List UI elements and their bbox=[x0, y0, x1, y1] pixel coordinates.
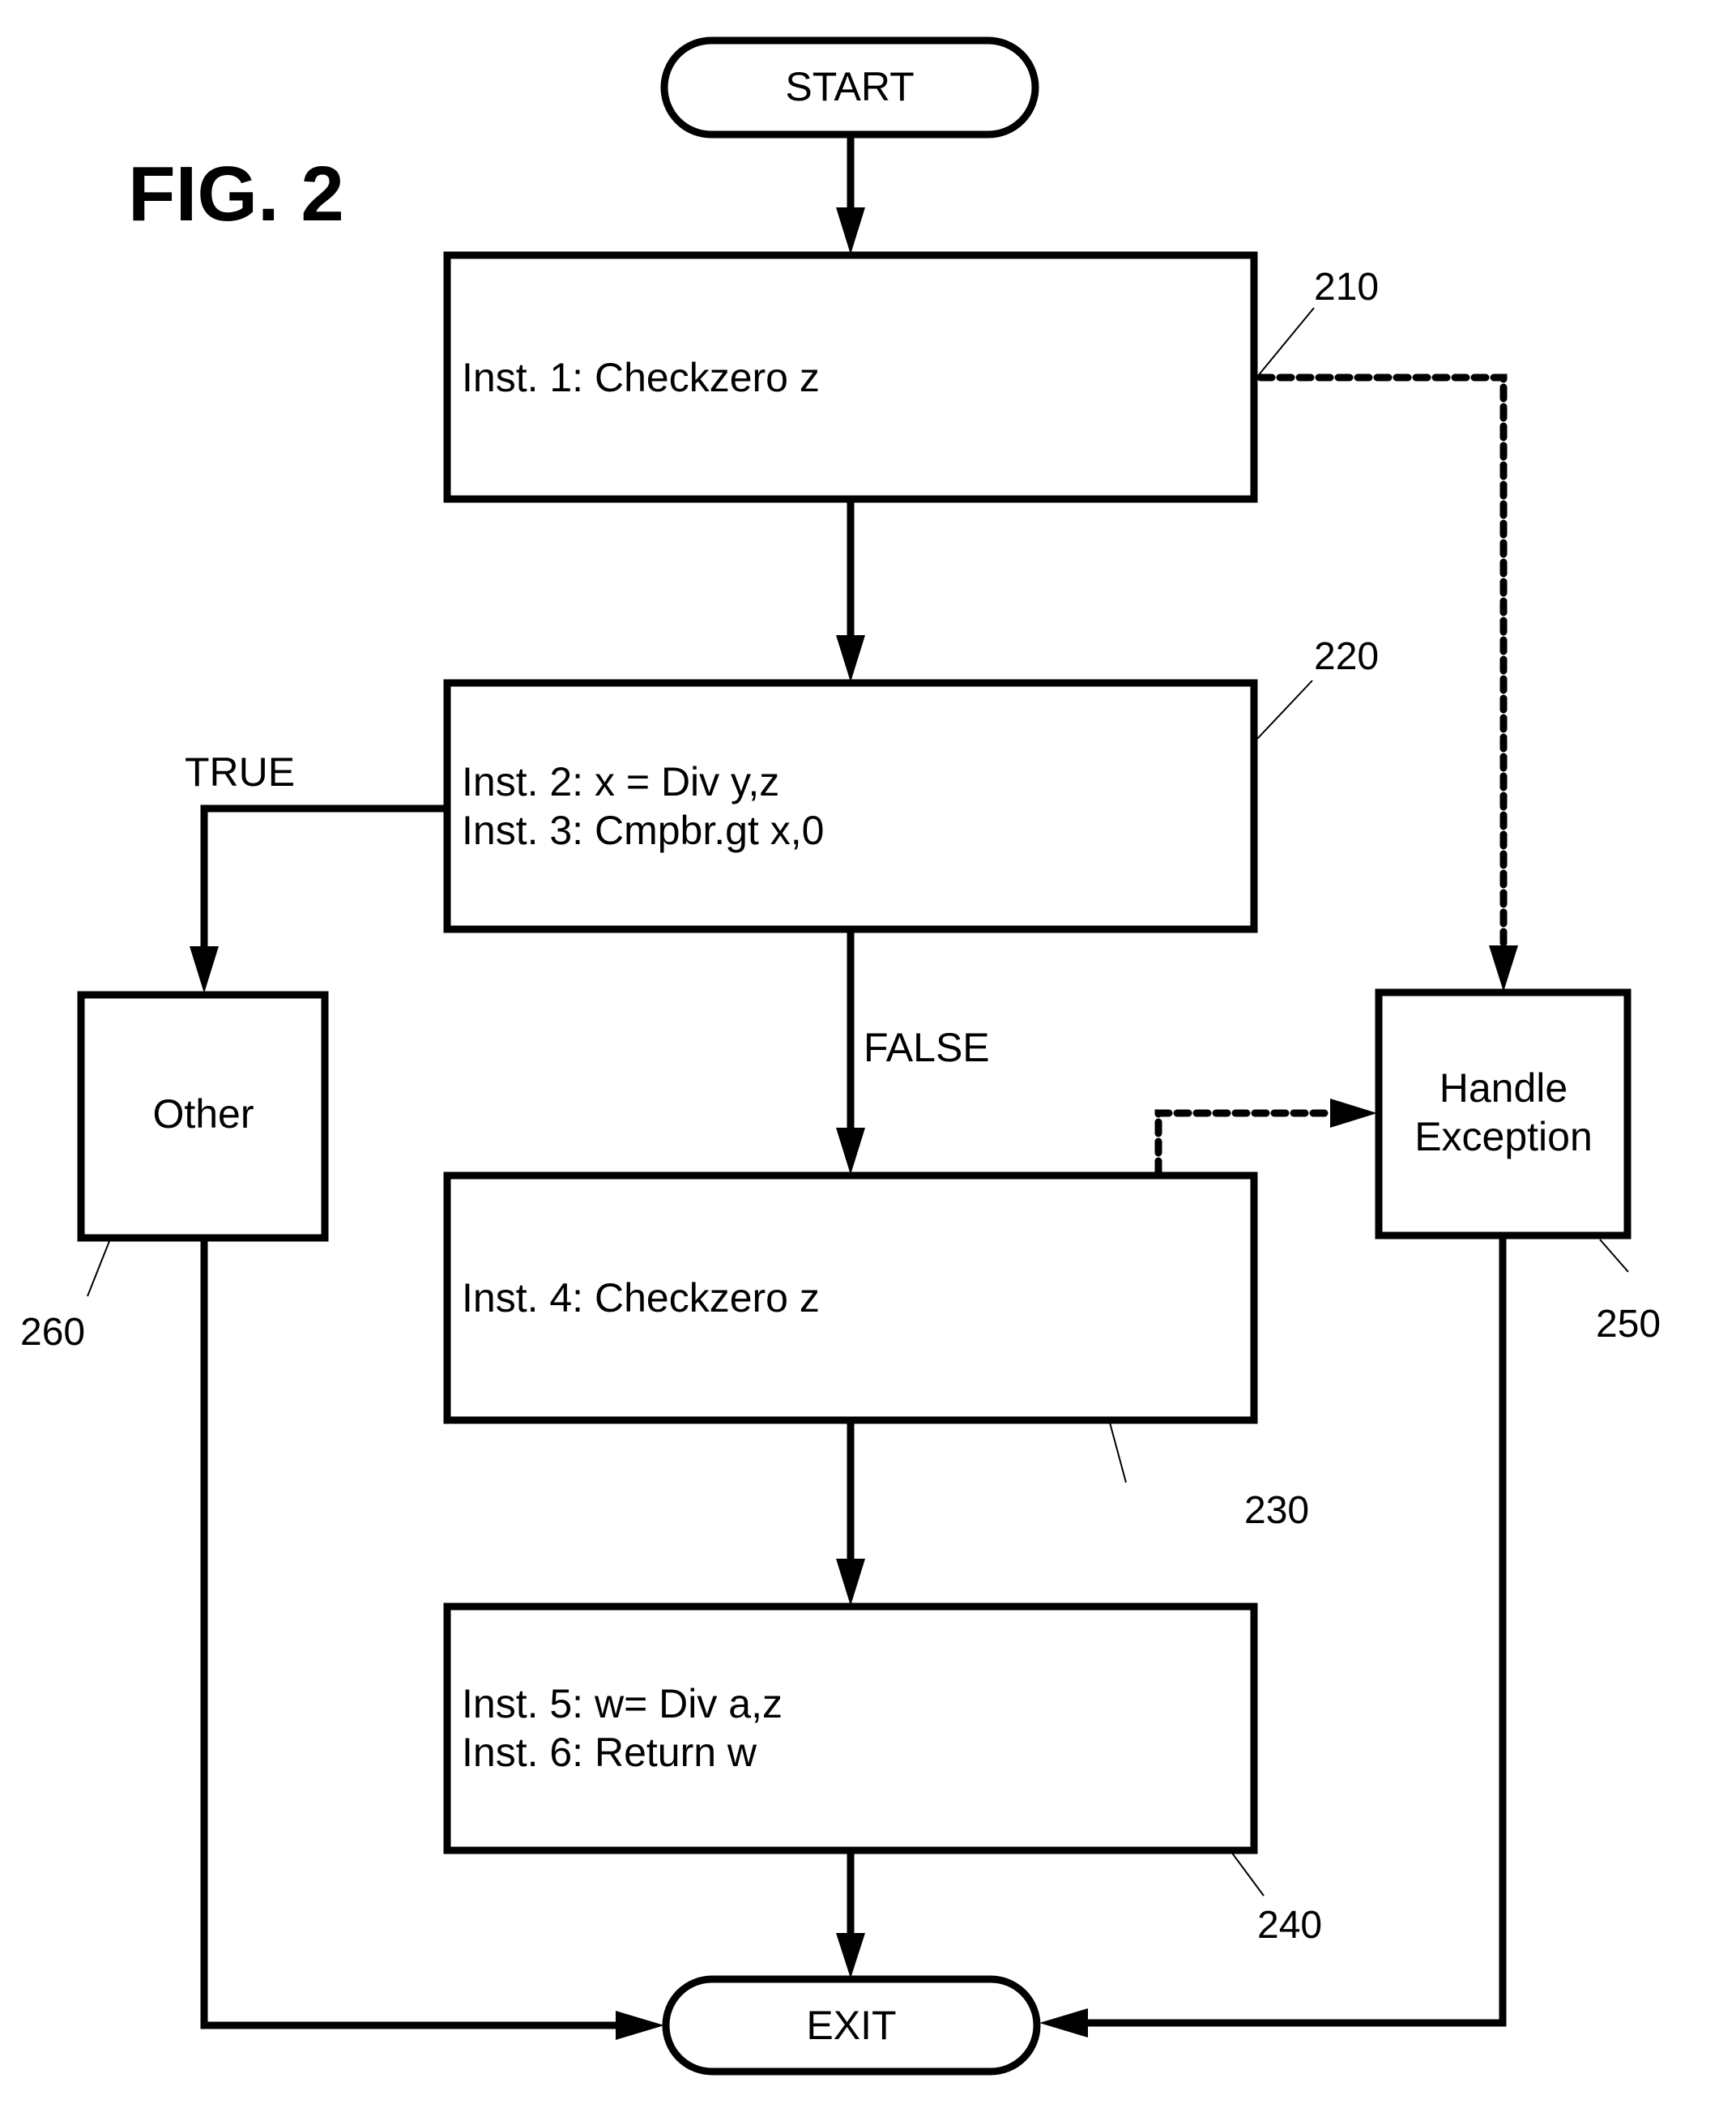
block-220-line-2: Inst. 3: Cmpbr.gt x,0 bbox=[462, 808, 824, 853]
arrowhead-230-to-250 bbox=[1330, 1099, 1377, 1128]
edge-220-to-260-true bbox=[200, 804, 447, 952]
ref-label-220: 220 bbox=[1314, 635, 1379, 678]
block-250-line-1: Handle bbox=[1440, 1065, 1568, 1111]
leader-line-220 bbox=[1256, 680, 1313, 740]
block-260-other: Other bbox=[77, 991, 329, 1242]
arrowhead-240-to-exit bbox=[836, 1933, 865, 1978]
edge-210-to-250-exception bbox=[1256, 373, 1508, 952]
ref-label-250: 250 bbox=[1596, 1303, 1661, 1346]
start-terminal: START bbox=[660, 36, 1039, 139]
arrowhead-260-to-exit bbox=[616, 2011, 664, 2040]
block-250-handle-exception: Handle Exception bbox=[1375, 988, 1631, 1240]
arrowhead-to-260 bbox=[190, 946, 219, 993]
start-label: START bbox=[785, 64, 914, 109]
edge-230-to-250-exception bbox=[1154, 1109, 1337, 1176]
exit-terminal: EXIT bbox=[662, 1975, 1041, 2076]
true-branch-label: TRUE bbox=[185, 749, 295, 795]
block-210-line-1: Inst. 1: Checkzero z bbox=[462, 355, 820, 400]
block-230: Inst. 4: Checkzero z bbox=[443, 1171, 1258, 1424]
leader-line-250 bbox=[1599, 1239, 1629, 1273]
false-branch-label: FALSE bbox=[864, 1025, 990, 1070]
block-230-line-1: Inst. 4: Checkzero z bbox=[462, 1275, 820, 1321]
block-240-line-2: Inst. 6: Return w bbox=[462, 1730, 757, 1775]
block-260-label: Other bbox=[152, 1091, 254, 1137]
ref-label-240: 240 bbox=[1257, 1904, 1322, 1947]
leader-line-210 bbox=[1256, 307, 1315, 378]
leader-line-230 bbox=[1109, 1422, 1127, 1483]
arrowhead-220-to-230 bbox=[836, 1128, 865, 1175]
block-210: Inst. 1: Checkzero z bbox=[443, 251, 1258, 503]
flowchart: FIG. 2 START Inst. 1: Checkzero z 210 In… bbox=[20, 36, 1661, 2076]
arrowhead-250-to-exit bbox=[1039, 2008, 1088, 2038]
ref-label-260: 260 bbox=[20, 1311, 85, 1354]
ref-label-210: 210 bbox=[1314, 266, 1379, 309]
ref-label-230: 230 bbox=[1244, 1489, 1309, 1532]
figure-title: FIG. 2 bbox=[128, 151, 344, 237]
leader-line-260 bbox=[87, 1240, 110, 1297]
arrowhead-230-to-240 bbox=[836, 1559, 865, 1606]
arrowhead-210-to-250 bbox=[1489, 945, 1518, 992]
block-240-line-1: Inst. 5: w= Div a,z bbox=[462, 1681, 783, 1726]
arrowhead-210-to-220 bbox=[836, 635, 865, 682]
block-240: Inst. 5: w= Div a,z Inst. 6: Return w bbox=[443, 1602, 1258, 1854]
block-220: Inst. 2: x = Div y,z Inst. 3: Cmpbr.gt x… bbox=[443, 679, 1258, 933]
leader-line-240 bbox=[1231, 1851, 1265, 1897]
block-220-line-1: Inst. 2: x = Div y,z bbox=[462, 759, 779, 804]
block-250-line-2: Exception bbox=[1414, 1114, 1593, 1159]
arrowhead-start-to-210 bbox=[836, 207, 865, 254]
exit-label: EXIT bbox=[806, 2003, 896, 2048]
